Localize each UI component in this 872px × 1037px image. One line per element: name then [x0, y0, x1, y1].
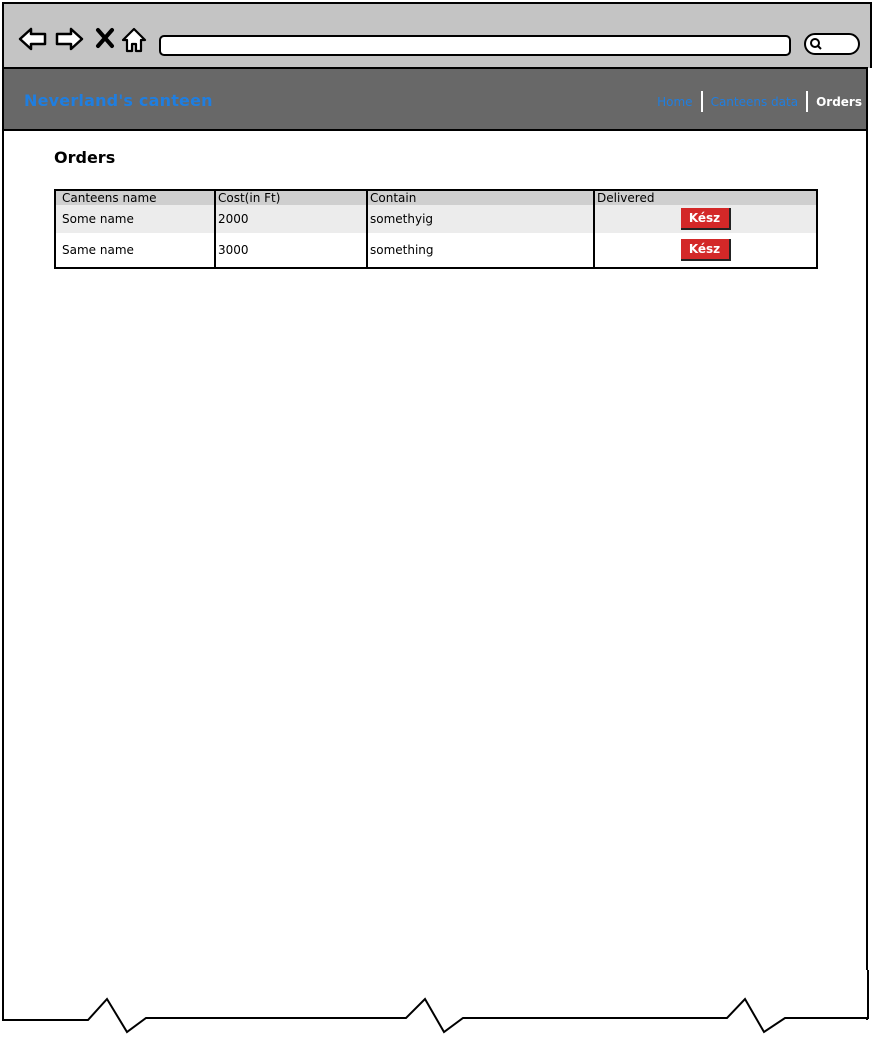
torn-page-edge [2, 970, 869, 1034]
window-left-border [2, 131, 4, 1020]
table-row: Same name 3000 something Kész [55, 233, 817, 268]
nav-canteens-data[interactable]: Canteens data [711, 95, 799, 109]
home-icon[interactable] [120, 26, 148, 54]
delivered-cell: Kész [594, 233, 817, 268]
column-header: Cost(in Ft) [215, 190, 368, 205]
nav-orders[interactable]: Orders [816, 95, 862, 109]
window-right-border [866, 131, 868, 1020]
forward-arrow-icon[interactable] [54, 26, 84, 52]
column-header: Canteens name [55, 190, 216, 205]
browser-window: Neverland's canteen Home Canteens data O… [0, 0, 872, 1037]
contain-cell: somethyig [367, 205, 595, 233]
nav-home[interactable]: Home [657, 95, 692, 109]
contain-cell: something [367, 233, 595, 268]
browser-toolbar [2, 2, 872, 68]
address-bar[interactable] [159, 35, 791, 56]
cost-cell: 2000 [215, 205, 368, 233]
site-header: Neverland's canteen Home Canteens data O… [2, 67, 868, 131]
table-row: Some name 2000 somethyig Kész [55, 205, 817, 233]
canteen-name-cell: Same name [55, 233, 216, 268]
cost-cell: 3000 [215, 233, 368, 268]
nav-divider [700, 91, 703, 112]
main-nav: Home Canteens data Orders [657, 91, 862, 112]
delivered-cell: Kész [594, 205, 817, 233]
page-title: Orders [54, 148, 116, 167]
canteen-name-cell: Some name [55, 205, 216, 233]
done-button[interactable]: Kész [680, 208, 731, 230]
done-button[interactable]: Kész [680, 239, 731, 261]
column-header: Delivered [594, 190, 817, 205]
orders-table: Canteens name Cost(in Ft) Contain Delive… [54, 189, 818, 269]
nav-divider [806, 91, 809, 112]
browser-search-field[interactable] [804, 33, 860, 55]
search-icon [810, 38, 822, 50]
close-icon[interactable] [94, 26, 116, 50]
column-header: Contain [367, 190, 595, 205]
back-arrow-icon[interactable] [18, 26, 48, 52]
table-header-row: Canteens name Cost(in Ft) Contain Delive… [55, 190, 817, 205]
site-brand[interactable]: Neverland's canteen [24, 91, 213, 110]
